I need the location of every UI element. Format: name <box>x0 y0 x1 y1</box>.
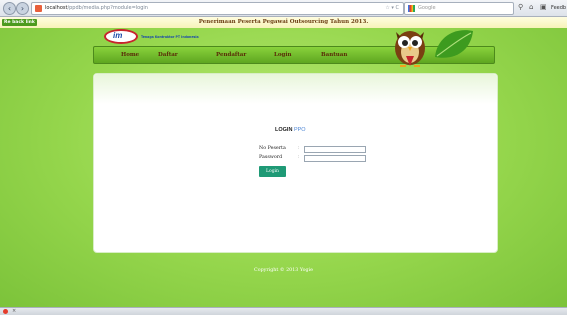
browser-toolbar: ‹ › localhost/ppdb/media.php?module=logi… <box>0 0 567 17</box>
logo-tagline: Tenaga Kontraktor PT Indonesia <box>141 35 199 39</box>
login-title: LOGIN PPO <box>275 127 306 133</box>
forward-arrow-icon[interactable]: › <box>16 2 29 15</box>
password-field[interactable] <box>304 155 366 162</box>
nav-item-bantuan[interactable]: Bantuan <box>321 47 347 63</box>
owl-mascot-icon <box>395 31 425 67</box>
leaf-decoration-icon <box>435 30 473 58</box>
site-logo[interactable]: im Tenaga Kontraktor PT Indonesia <box>104 29 224 46</box>
login-title-accent: PPO <box>293 127 306 133</box>
home-icon[interactable]: ⌂ <box>529 3 533 12</box>
bookmark-icon[interactable]: ⚲ <box>518 3 523 12</box>
search-engine-label: Google <box>418 5 436 11</box>
nav-item-pendaftar[interactable]: Pendaftar <box>216 47 246 63</box>
logo-text: im <box>113 31 123 40</box>
refresh-icon[interactable]: ☆ ▾ C <box>385 3 399 14</box>
copyright-text: Copyright © 2013 Yogie <box>254 268 313 273</box>
password-label: Password <box>259 155 283 160</box>
no-peserta-label: No Peserta <box>259 146 286 151</box>
field-separator: : <box>298 146 300 151</box>
no-peserta-field[interactable] <box>304 146 366 153</box>
back-arrow-icon[interactable]: ‹ <box>3 2 16 15</box>
content-panel <box>93 73 498 253</box>
nav-item-login[interactable]: Login <box>274 47 291 63</box>
favicon-icon <box>35 5 42 12</box>
feedback-button[interactable]: Feedb <box>551 0 566 16</box>
url-path: /ppdb/media.php?module=login <box>67 5 148 11</box>
google-icon <box>408 5 415 12</box>
url-host: localhost <box>45 5 68 11</box>
login-title-main: LOGIN <box>275 127 293 133</box>
search-input[interactable]: Google <box>404 2 514 15</box>
address-bar[interactable]: localhost/ppdb/media.php?module=login ☆ … <box>31 2 404 15</box>
login-button[interactable]: Login <box>259 166 286 177</box>
panel-header-fade <box>94 74 497 104</box>
site-title: Penerimaan Peserta Pegawai Outsourcing T… <box>198 19 369 25</box>
field-separator: : <box>298 155 300 160</box>
addon-bar-icon[interactable] <box>3 309 8 314</box>
addon-icon[interactable]: ▣ <box>540 3 547 12</box>
nav-item-home[interactable]: Home <box>121 47 139 63</box>
nav-item-daftar[interactable]: Daftar <box>158 47 178 63</box>
